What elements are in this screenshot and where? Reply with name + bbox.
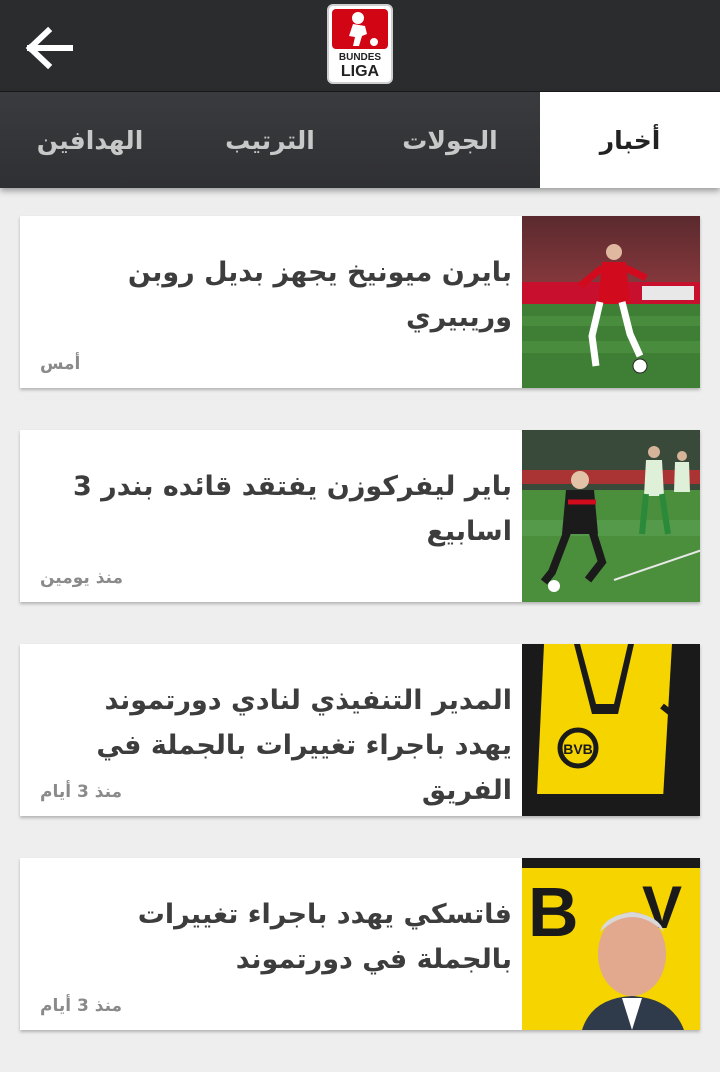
bayern-player-photo	[522, 216, 700, 388]
svg-text:LIGA: LIGA	[341, 63, 380, 80]
arrow-left-icon	[25, 26, 73, 70]
tab-bar: أخبار الجولات الترتيب الهدافين	[0, 92, 720, 188]
news-card-time: منذ 3 أيام	[40, 996, 123, 1016]
news-card-time: أمس	[40, 354, 81, 374]
tab-scorers[interactable]: الهدافين	[0, 92, 180, 188]
tab-news[interactable]: أخبار	[540, 92, 720, 188]
news-card[interactable]: بايرن ميونيخ يجهز بديل روبن وريبيري أمس	[20, 216, 700, 388]
bundesliga-logo: BUNDES LIGA	[327, 4, 393, 84]
news-card-time: منذ 3 أيام	[40, 782, 123, 802]
tab-rounds[interactable]: الجولات	[360, 92, 540, 188]
news-card-title: باير ليفركوزن يفتقد قائده بندر 3 اسابيع	[72, 471, 512, 547]
back-button[interactable]	[22, 26, 76, 70]
news-card[interactable]: BVB المدير التنفيذي لنادي دورتموند يهدد …	[20, 644, 700, 816]
news-card[interactable]: باير ليفركوزن يفتقد قائده بندر 3 اسابيع …	[20, 430, 700, 602]
news-card-title: فاتسكي يهدد باجراء تغييرات بالجملة في دو…	[137, 899, 512, 975]
svg-text:BUNDES: BUNDES	[339, 52, 382, 63]
watzke-portrait-photo: B V	[522, 858, 700, 1030]
tab-standings[interactable]: الترتيب	[180, 92, 360, 188]
dortmund-jersey-photo: BVB	[522, 644, 700, 816]
news-feed: بايرن ميونيخ يجهز بديل روبن وريبيري أمس	[20, 216, 700, 1072]
news-card-time: منذ يومين	[40, 568, 124, 588]
news-card[interactable]: B V فاتسكي يهدد باجراء تغييرات بالجملة ف…	[20, 858, 700, 1030]
svg-text:BVB: BVB	[563, 741, 593, 757]
news-card-title: بايرن ميونيخ يجهز بديل روبن وريبيري	[127, 257, 512, 333]
leverkusen-player-photo	[522, 430, 700, 602]
app-header: BUNDES LIGA	[0, 0, 720, 92]
svg-text:B: B	[528, 873, 579, 951]
